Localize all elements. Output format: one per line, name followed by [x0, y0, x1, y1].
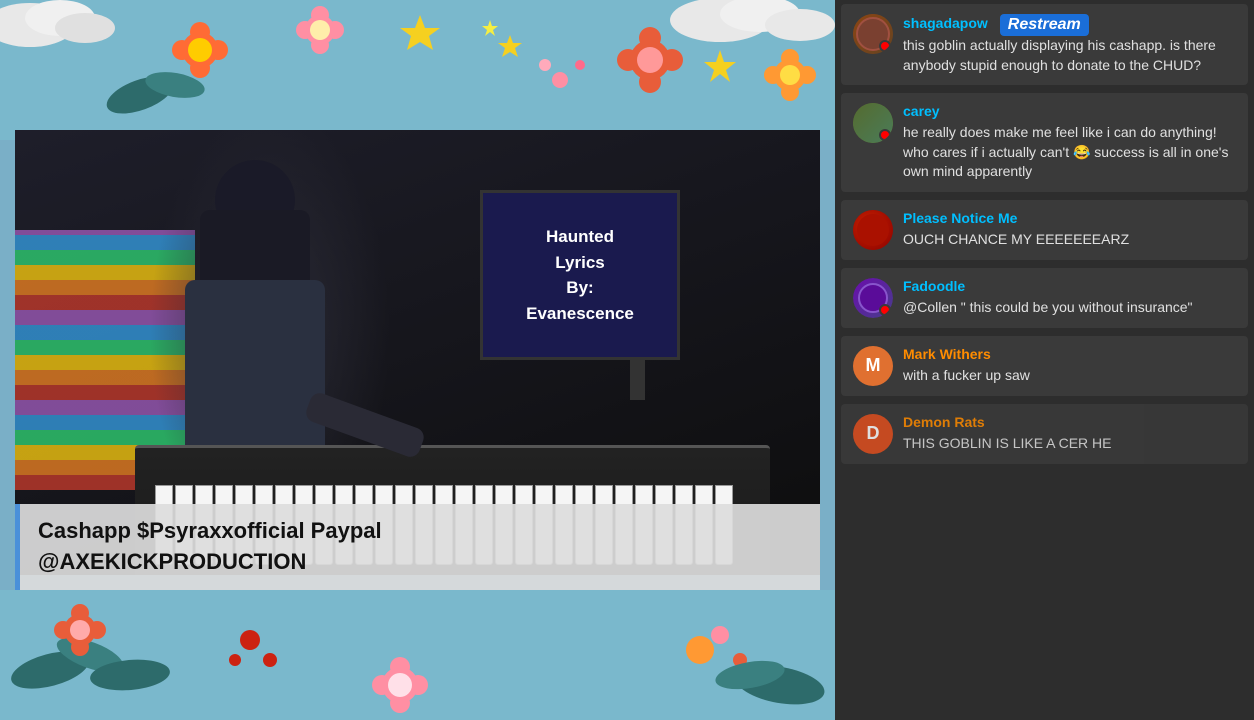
- video-section: Haunted Lyrics By: Evanescence: [0, 0, 835, 720]
- message-text-demon-rats: THIS GOBLIN IS LIKE A CER HE: [903, 434, 1236, 454]
- message-content-shagadapow: shagadapow Restream this goblin actually…: [903, 14, 1236, 75]
- live-indicator: [879, 304, 891, 316]
- tv-line3: By:: [526, 275, 634, 301]
- username-shagadapow: shagadapow: [903, 15, 988, 31]
- chat-message-shagadapow: shagadapow Restream this goblin actually…: [841, 4, 1248, 85]
- tv-line2: Lyrics: [526, 250, 634, 276]
- username-mark-withers: Mark Withers: [903, 346, 1236, 362]
- avatar-initial-demon: D: [867, 423, 880, 444]
- chat-message-mark-withers: M Mark Withers with a fucker up saw: [841, 336, 1248, 396]
- avatar-initial-mark: M: [866, 355, 881, 376]
- avatar-shagadapow: [853, 14, 893, 54]
- message-text-please-notice-me: OUCH CHANCE MY EEEEEEEARZ: [903, 230, 1236, 250]
- message-text-carey: he really does make me feel like i can d…: [903, 123, 1236, 182]
- avatar-mark-withers: M: [853, 346, 893, 386]
- avatar-demon-rats: D: [853, 414, 893, 454]
- tv-line4: Evanescence: [526, 301, 634, 327]
- caption-line2: @AXEKICKPRODUCTION: [38, 547, 802, 578]
- message-text-mark-withers: with a fucker up saw: [903, 366, 1236, 386]
- avatar-fadoodle: [853, 278, 893, 318]
- chat-message-please-notice-me: Please Notice Me OUCH CHANCE MY EEEEEEEA…: [841, 200, 1248, 260]
- message-content-fadoodle: Fadoodle @Collen " this could be you wit…: [903, 278, 1236, 318]
- message-text-shagadapow: this goblin actually displaying his cash…: [903, 36, 1236, 75]
- tv-line1: Haunted: [526, 224, 634, 250]
- username-please-notice-me: Please Notice Me: [903, 210, 1236, 226]
- username-demon-rats: Demon Rats: [903, 414, 1236, 430]
- chat-message-carey: carey he really does make me feel like i…: [841, 93, 1248, 192]
- restream-badge: Restream: [1000, 14, 1089, 36]
- caption-bar: Cashapp $Psyraxxofficial Paypal @AXEKICK…: [15, 504, 820, 590]
- live-indicator: [879, 40, 891, 52]
- chat-section: shagadapow Restream this goblin actually…: [835, 0, 1254, 720]
- message-content-carey: carey he really does make me feel like i…: [903, 103, 1236, 182]
- username-carey: carey: [903, 103, 1236, 119]
- tv-screen: Haunted Lyrics By: Evanescence: [480, 190, 680, 360]
- caption-line1: Cashapp $Psyraxxofficial Paypal: [38, 516, 802, 547]
- chat-message-fadoodle: Fadoodle @Collen " this could be you wit…: [841, 268, 1248, 328]
- username-fadoodle: Fadoodle: [903, 278, 1236, 294]
- message-content-mark-withers: Mark Withers with a fucker up saw: [903, 346, 1236, 386]
- live-indicator: [879, 129, 891, 141]
- avatar-carey: [853, 103, 893, 143]
- chat-message-demon-rats: D Demon Rats THIS GOBLIN IS LIKE A CER H…: [841, 404, 1248, 464]
- message-text-fadoodle: @Collen " this could be you without insu…: [903, 298, 1236, 318]
- message-content-please-notice-me: Please Notice Me OUCH CHANCE MY EEEEEEEA…: [903, 210, 1236, 250]
- avatar-please-notice-me: [853, 210, 893, 250]
- message-content-demon-rats: Demon Rats THIS GOBLIN IS LIKE A CER HE: [903, 414, 1236, 454]
